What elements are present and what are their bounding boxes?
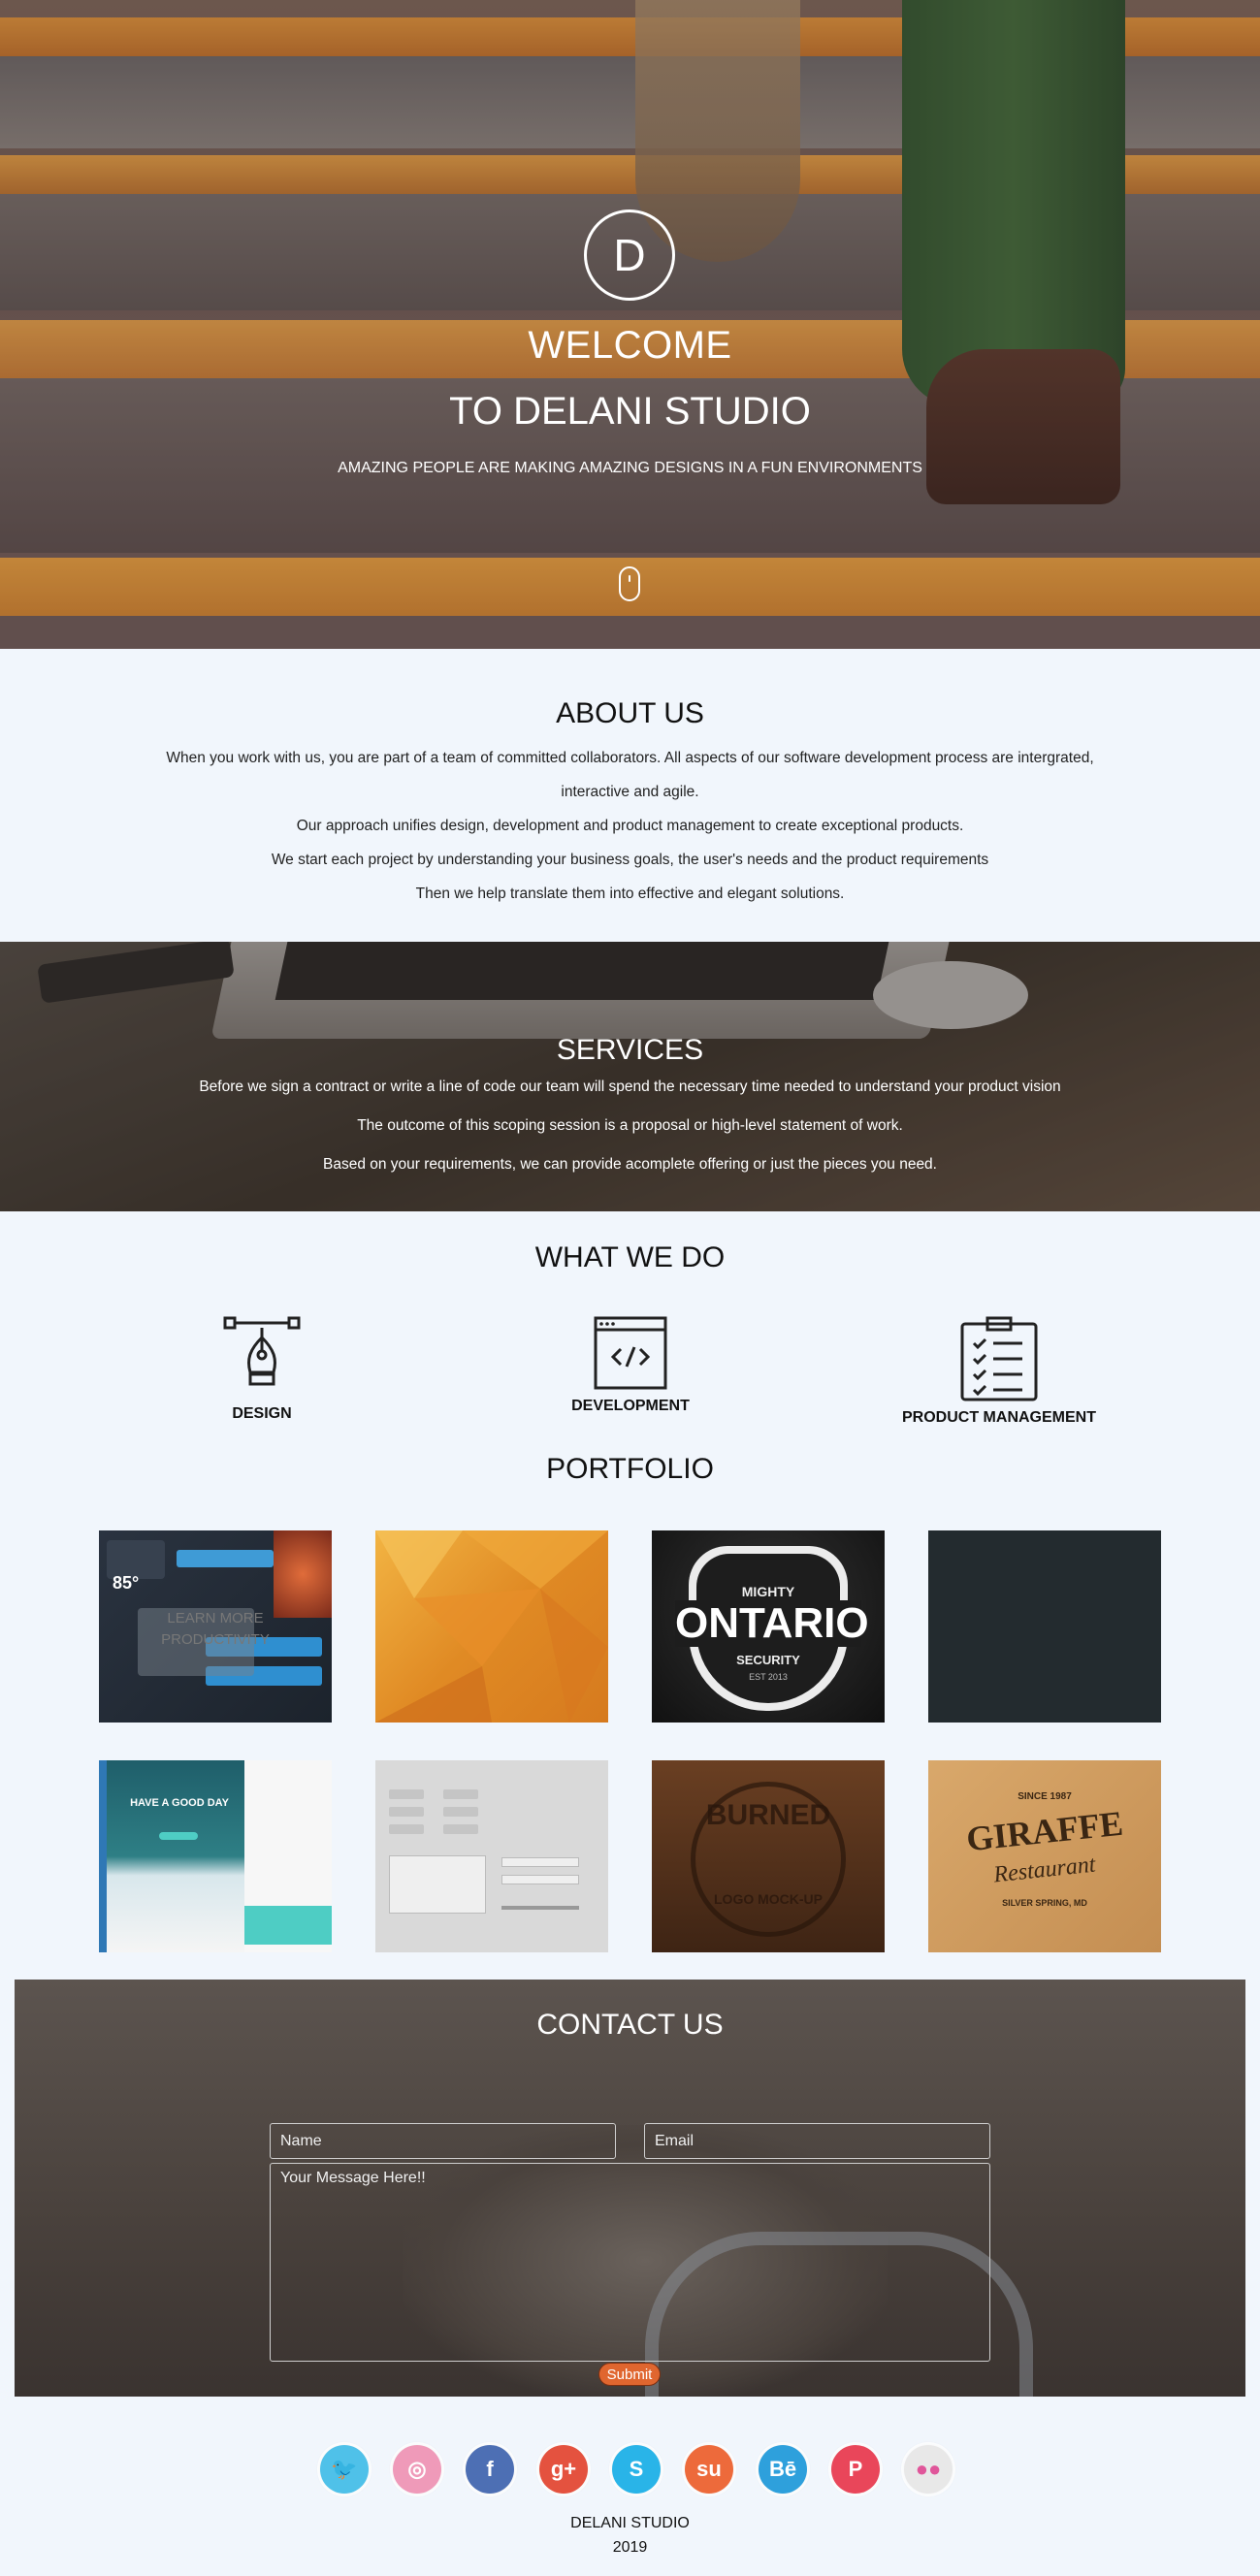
hero-content: D WELCOME TO DELANI STUDIO AMAZING PEOPL… — [0, 0, 1260, 649]
services-text: Based on your requirements, we can provi… — [322, 1156, 937, 1173]
facebook-icon[interactable]: f — [466, 2445, 514, 2494]
contact-title: CONTACT US — [536, 2009, 724, 2041]
hero-tagline: AMAZING PEOPLE ARE MAKING AMAZING DESIGN… — [338, 460, 922, 476]
what-we-do-title: WHAT WE DO — [534, 1241, 726, 1273]
service-label: DEVELOPMENT — [571, 1398, 690, 1414]
name-input[interactable] — [270, 2123, 616, 2159]
portfolio-tile-mobile-app[interactable]: HAVE A GOOD DAY — [99, 1760, 332, 1952]
about-text: When you work with us, you are part of a… — [166, 750, 1094, 766]
service-label: DESIGN — [232, 1405, 292, 1422]
email-input[interactable] — [644, 2123, 990, 2159]
studio-logo: D — [584, 209, 675, 301]
about-title: ABOUT US — [556, 697, 704, 729]
portfolio-tile-ui-dashboard[interactable]: 85° LEARN MORE PRODUCTIVITY — [99, 1530, 332, 1723]
portfolio-tile-orange-polygon[interactable] — [375, 1530, 608, 1723]
stumbleupon-icon[interactable]: su — [685, 2445, 733, 2494]
portfolio-tile-dark-blank[interactable] — [928, 1530, 1161, 1723]
tile-text: LOGO MOCK-UP — [714, 1891, 823, 1907]
services-text: The outcome of this scoping session is a… — [357, 1117, 903, 1134]
service-development: DEVELOPMENT — [553, 1314, 708, 1415]
tile-overlay-text: LEARN MORE — [167, 1610, 264, 1626]
dribbble-icon[interactable]: ◎ — [393, 2445, 441, 2494]
scroll-mouse-icon[interactable] — [619, 566, 640, 601]
portfolio-tile-giraffe-restaurant[interactable]: SINCE 1987 GIRAFFE Restaurant SILVER SPR… — [928, 1760, 1161, 1952]
service-label: PRODUCT MANAGEMENT — [902, 1409, 1096, 1426]
footer-year: 2019 — [612, 2539, 648, 2556]
service-product-management: PRODUCT MANAGEMENT — [892, 1314, 1106, 1427]
pinterest-icon[interactable]: P — [831, 2445, 880, 2494]
about-text: Our approach unifies design, development… — [296, 818, 964, 834]
hero-title-welcome: WELCOME — [528, 324, 732, 367]
code-window-icon — [594, 1316, 667, 1390]
skype-icon[interactable]: S — [612, 2445, 661, 2494]
message-textarea[interactable] — [270, 2163, 990, 2362]
tile-text: SINCE 1987 — [1018, 1791, 1072, 1802]
twitter-icon[interactable]: 🐦 — [320, 2445, 369, 2494]
flickr-icon[interactable]: ●● — [904, 2445, 953, 2494]
badge-text: EST 2013 — [749, 1672, 788, 1682]
tile-overlay-text: PRODUCTIVITY — [161, 1631, 270, 1648]
google-plus-icon[interactable]: g+ — [539, 2445, 588, 2494]
hero-title-studio: TO DELANI STUDIO — [449, 390, 811, 433]
badge-text: ONTARIO — [675, 1599, 869, 1647]
portfolio-tile-ontario-badge[interactable]: MIGHTY ONTARIO SECURITY EST 2013 — [652, 1530, 885, 1723]
footer-studio-name: DELANI STUDIO — [570, 2515, 690, 2531]
portfolio-tile-burned-logo[interactable]: BURNED LOGO MOCK-UP — [652, 1760, 885, 1952]
behance-icon[interactable]: Bē — [759, 2445, 807, 2494]
service-design: DESIGN — [184, 1314, 339, 1423]
about-text: We start each project by understanding y… — [271, 852, 989, 868]
contact-section: CONTACT US Submit — [15, 1980, 1245, 2397]
about-text: interactive and agile. — [561, 784, 699, 800]
services-section: SERVICES Before we sign a contract or wr… — [0, 942, 1260, 1211]
services-title: SERVICES — [556, 1034, 704, 1066]
tile-text: SILVER SPRING, MD — [1002, 1898, 1087, 1908]
portfolio-title: PORTFOLIO — [546, 1453, 714, 1485]
pen-tool-icon — [223, 1316, 301, 1386]
submit-button[interactable]: Submit — [598, 2363, 661, 2386]
services-text: Before we sign a contract or write a lin… — [199, 1079, 1061, 1095]
clipboard-checklist-icon — [960, 1316, 1038, 1401]
badge-text: MIGHTY — [741, 1584, 795, 1599]
about-section: ABOUT US When you work with us, you are … — [0, 649, 1260, 942]
about-text: Then we help translate them into effecti… — [415, 886, 845, 902]
tile-text: BURNED — [705, 1799, 831, 1831]
badge-text: SECURITY — [736, 1653, 800, 1667]
tile-text: HAVE A GOOD DAY — [130, 1797, 229, 1809]
portfolio-tile-ui-kit[interactable] — [375, 1760, 608, 1952]
